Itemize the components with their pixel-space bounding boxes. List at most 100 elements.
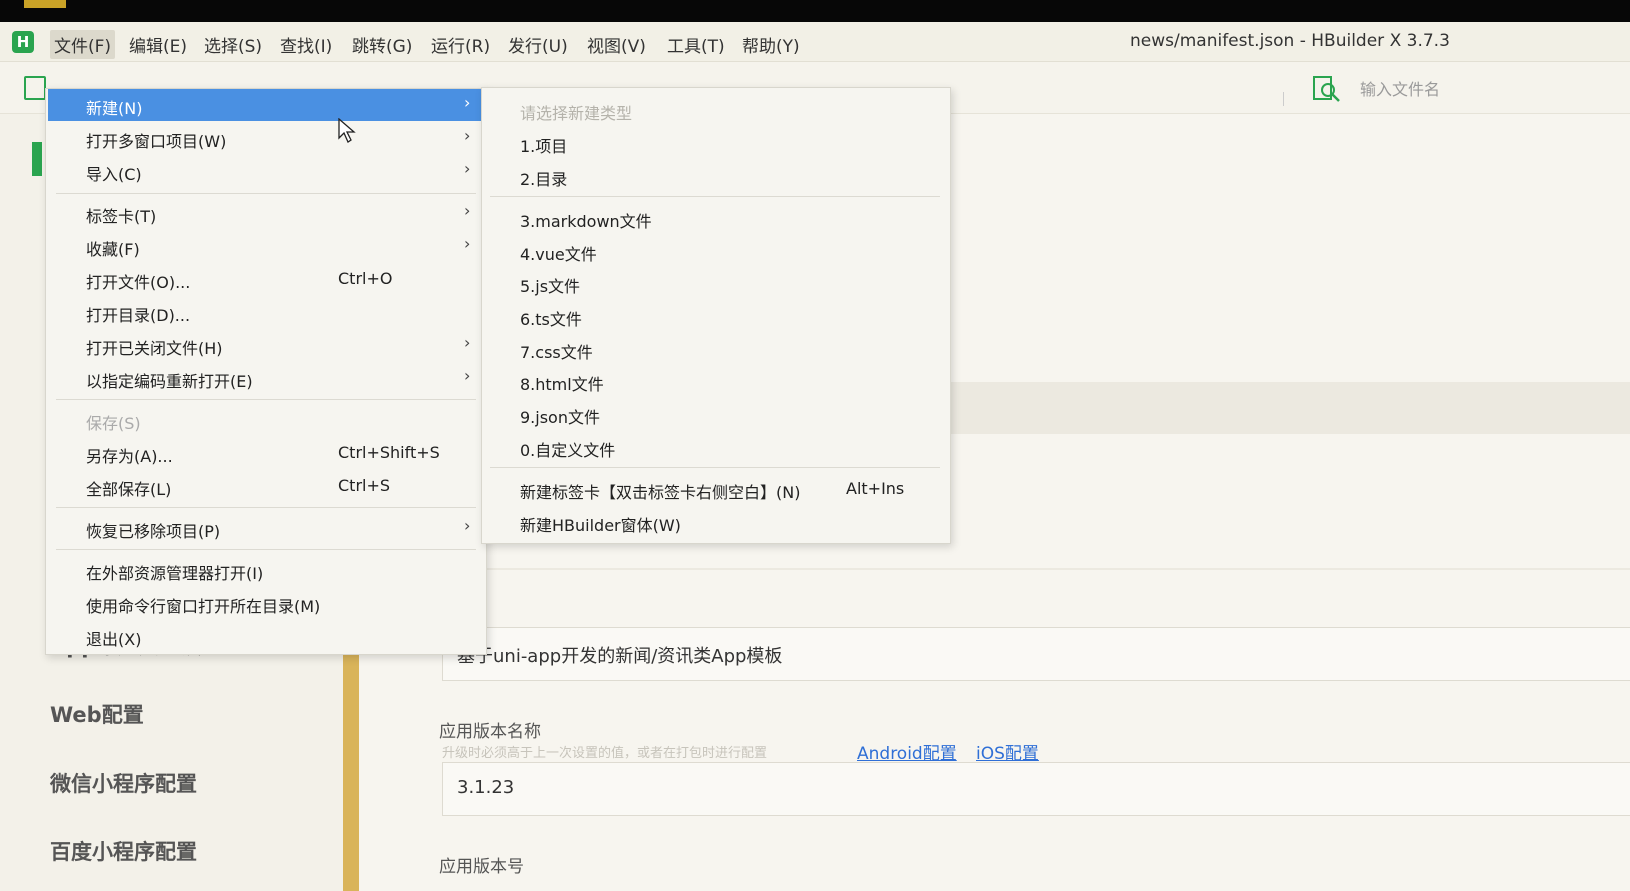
menu-find[interactable]: 查找(I) [276, 30, 336, 59]
file-menu-open-terminal[interactable]: 使用命令行窗口打开所在目录(M) [46, 587, 486, 619]
new-hbuilder-window[interactable]: 新建HBuilder窗体(W) [482, 506, 950, 538]
screen-top-strip [0, 0, 1630, 22]
file-menu-open-multi-window[interactable]: 打开多窗口项目(W) › [46, 122, 486, 154]
menu-item-label: 1.项目 [520, 137, 568, 156]
chevron-right-icon: › [464, 126, 471, 145]
menu-item-label: 全部保存(L) [86, 480, 172, 499]
menu-item-label: 2.目录 [520, 170, 568, 189]
chevron-right-icon: › [464, 366, 471, 385]
new-ts-file[interactable]: 6.ts文件 [482, 300, 950, 332]
menu-item-label: 5.js文件 [520, 277, 581, 296]
menu-item-label: 新建标签卡【双击标签卡右侧空白】(N) [520, 483, 801, 502]
new-project[interactable]: 1.项目 [482, 127, 950, 159]
menu-item-label: 标签卡(T) [86, 207, 157, 226]
menu-item-shortcut: Ctrl+O [338, 269, 393, 288]
file-menu-open-closed[interactable]: 打开已关闭文件(H) › [46, 329, 486, 361]
menu-separator [56, 399, 476, 400]
file-menu-save-all[interactable]: 全部保存(L) Ctrl+S [46, 470, 486, 502]
menu-item-label: 保存(S) [86, 414, 141, 433]
file-menu-new[interactable]: 新建(N) › [48, 89, 482, 121]
new-submenu: 请选择新建类型 1.项目 2.目录 3.markdown文件 4.vue文件 5… [481, 87, 951, 544]
new-css-file[interactable]: 7.css文件 [482, 333, 950, 365]
sidebar-active-indicator [32, 142, 42, 176]
menu-item-label: 在外部资源管理器打开(I) [86, 564, 264, 583]
menu-item-shortcut: Ctrl+S [338, 476, 391, 495]
file-menu-open-directory[interactable]: 打开目录(D)... [46, 296, 486, 328]
menu-publish[interactable]: 发行(U) [504, 30, 572, 59]
section-line [359, 568, 1630, 570]
chevron-right-icon: › [464, 516, 471, 535]
menu-file[interactable]: 文件(F) [50, 30, 116, 59]
file-menu-tabs[interactable]: 标签卡(T) › [46, 197, 486, 229]
menu-tools[interactable]: 工具(T) [663, 30, 729, 59]
toolbar-separator [1283, 92, 1284, 106]
file-menu-save: 保存(S) [46, 404, 486, 436]
menu-separator [490, 467, 940, 468]
app-description-field[interactable]: 基于uni-app开发的新闻/资讯类App模板 [442, 627, 1630, 681]
app-window: H 文件(F) 编辑(E) 选择(S) 查找(I) 跳转(G) 运行(R) 发行… [0, 22, 1630, 891]
menu-item-label: 打开文件(O)... [86, 273, 191, 292]
new-tab[interactable]: 新建标签卡【双击标签卡右侧空白】(N) Alt+Ins [482, 473, 950, 505]
chevron-right-icon: › [464, 159, 471, 178]
menu-item-label: 8.html文件 [520, 375, 604, 394]
file-menu-restore-removed[interactable]: 恢复已移除项目(P) › [46, 512, 486, 544]
new-directory[interactable]: 2.目录 [482, 160, 950, 192]
chevron-right-icon: › [464, 234, 471, 253]
menubar: H 文件(F) 编辑(E) 选择(S) 查找(I) 跳转(G) 运行(R) 发行… [0, 22, 1630, 62]
new-html-file[interactable]: 8.html文件 [482, 365, 950, 397]
file-menu-exit[interactable]: 退出(X) [46, 620, 486, 652]
menu-item-label: 7.css文件 [520, 343, 593, 362]
version-name-hint: 升级时必须高于上一次设置的值，或者在打包时进行配置 [442, 746, 768, 761]
new-markdown-file[interactable]: 3.markdown文件 [482, 202, 950, 234]
file-menu-save-as[interactable]: 另存为(A)... Ctrl+Shift+S [46, 437, 486, 469]
file-menu-favorites[interactable]: 收藏(F) › [46, 230, 486, 262]
menu-item-label: 新建HBuilder窗体(W) [520, 516, 681, 535]
sidebar-item-web[interactable]: Web配置 [50, 699, 144, 729]
menu-separator [56, 193, 476, 194]
chevron-right-icon: › [464, 333, 471, 352]
chevron-right-icon: › [464, 201, 471, 220]
new-json-file[interactable]: 9.json文件 [482, 398, 950, 430]
file-menu-import[interactable]: 导入(C) › [46, 155, 486, 187]
file-search-input[interactable] [1360, 76, 1610, 102]
menu-item-label: 退出(X) [86, 630, 142, 649]
file-menu-dropdown: 新建(N) › 打开多窗口项目(W) › 导入(C) › 标签卡(T) › 收藏(F) ›… [45, 88, 487, 655]
menu-item-label: 4.vue文件 [520, 245, 597, 264]
menu-item-label: 导入(C) [86, 165, 142, 184]
ios-config-link[interactable]: iOS配置 [976, 739, 1039, 764]
menu-item-label: 0.自定义文件 [520, 441, 616, 460]
file-menu-open-file[interactable]: 打开文件(O)... Ctrl+O [46, 263, 486, 295]
menu-item-label: 另存为(A)... [86, 447, 173, 466]
menu-help[interactable]: 帮助(Y) [738, 30, 804, 59]
menu-edit[interactable]: 编辑(E) [125, 30, 191, 59]
submenu-header-label: 请选择新建类型 [520, 104, 633, 123]
mouse-pointer-icon [338, 118, 356, 143]
menu-item-label: 收藏(F) [86, 240, 140, 259]
menu-run[interactable]: 运行(R) [427, 30, 494, 59]
menu-view[interactable]: 视图(V) [583, 30, 650, 59]
menu-item-label: 3.markdown文件 [520, 212, 652, 231]
hbuilder-logo-icon: H [12, 31, 34, 53]
new-file-icon[interactable] [24, 76, 46, 100]
file-menu-open-explorer[interactable]: 在外部资源管理器打开(I) [46, 554, 486, 586]
chevron-right-icon: › [464, 93, 471, 112]
menu-item-label: 打开多窗口项目(W) [86, 132, 227, 151]
android-config-link[interactable]: Android配置 [857, 739, 957, 764]
file-search-icon[interactable] [1312, 75, 1342, 103]
file-menu-reopen-encoding[interactable]: 以指定编码重新打开(E) › [46, 362, 486, 394]
menu-item-label: 9.json文件 [520, 408, 600, 427]
menu-item-label: 以指定编码重新打开(E) [86, 372, 253, 391]
menu-item-label: 6.ts文件 [520, 310, 582, 329]
sidebar-item-baidu[interactable]: 百度小程序配置 [50, 836, 197, 866]
new-custom-file[interactable]: 0.自定义文件 [482, 431, 950, 463]
sidebar-item-weixin[interactable]: 微信小程序配置 [50, 768, 197, 798]
menu-item-label: 使用命令行窗口打开所在目录(M) [86, 597, 321, 616]
menu-item-shortcut: Ctrl+Shift+S [338, 443, 440, 462]
new-js-file[interactable]: 5.js文件 [482, 267, 950, 299]
menu-separator [490, 196, 940, 197]
new-vue-file[interactable]: 4.vue文件 [482, 235, 950, 267]
menu-select[interactable]: 选择(S) [200, 30, 266, 59]
menu-goto[interactable]: 跳转(G) [348, 30, 416, 59]
version-name-field[interactable]: 3.1.23 [442, 762, 1630, 816]
menu-separator [56, 549, 476, 550]
